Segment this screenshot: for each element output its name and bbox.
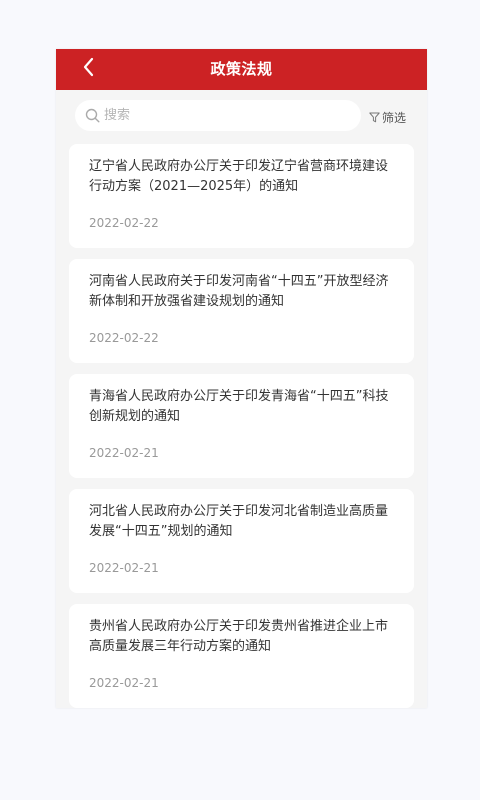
article-list: 辽宁省人民政府办公厅关于印发辽宁省营商环境建设行动方案（2021—2025年）的… — [69, 144, 414, 708]
list-item[interactable]: 青海省人民政府办公厅关于印发青海省“十四五”科技创新规划的通知 2022-02-… — [69, 374, 414, 478]
page-title: 政策法规 — [210, 60, 273, 78]
search-placeholder: 搜索 — [104, 108, 131, 123]
article-date: 2022-02-21 — [89, 676, 159, 690]
filter-button[interactable]: 筛选 — [369, 109, 406, 125]
article-title: 河南省人民政府关于印发河南省“十四五”开放型经济新体制和开放强省建设规划的通知 — [89, 274, 389, 309]
list-item[interactable]: 河北省人民政府办公厅关于印发河北省制造业高质量发展“十四五”规划的通知 2022… — [69, 489, 414, 593]
search-icon — [85, 108, 100, 123]
list-item[interactable]: 贵州省人民政府办公厅关于印发贵州省推进企业上市高质量发展三年行动方案的通知 20… — [69, 604, 414, 708]
header-bar: 政策法规 — [56, 49, 427, 90]
article-date: 2022-02-22 — [89, 216, 159, 230]
article-title: 辽宁省人民政府办公厅关于印发辽宁省营商环境建设行动方案（2021—2025年）的… — [89, 159, 389, 194]
article-title: 河北省人民政府办公厅关于印发河北省制造业高质量发展“十四五”规划的通知 — [89, 504, 389, 539]
filter-label: 筛选 — [382, 110, 407, 125]
filter-icon — [369, 112, 380, 122]
article-title: 青海省人民政府办公厅关于印发青海省“十四五”科技创新规划的通知 — [89, 389, 389, 424]
app-screen: 政策法规 搜索 筛选 辽宁省人民政府办公厅关于印发辽宁省营商环境建设行动方案（2… — [56, 49, 427, 708]
article-date: 2022-02-21 — [89, 446, 159, 460]
list-item[interactable]: 辽宁省人民政府办公厅关于印发辽宁省营商环境建设行动方案（2021—2025年）的… — [69, 144, 414, 248]
search-row: 搜索 筛选 — [56, 90, 427, 142]
article-date: 2022-02-21 — [89, 561, 159, 575]
search-input[interactable]: 搜索 — [75, 100, 361, 131]
list-item[interactable]: 河南省人民政府关于印发河南省“十四五”开放型经济新体制和开放强省建设规划的通知 … — [69, 259, 414, 363]
article-date: 2022-02-22 — [89, 331, 159, 345]
article-title: 贵州省人民政府办公厅关于印发贵州省推进企业上市高质量发展三年行动方案的通知 — [89, 619, 389, 654]
